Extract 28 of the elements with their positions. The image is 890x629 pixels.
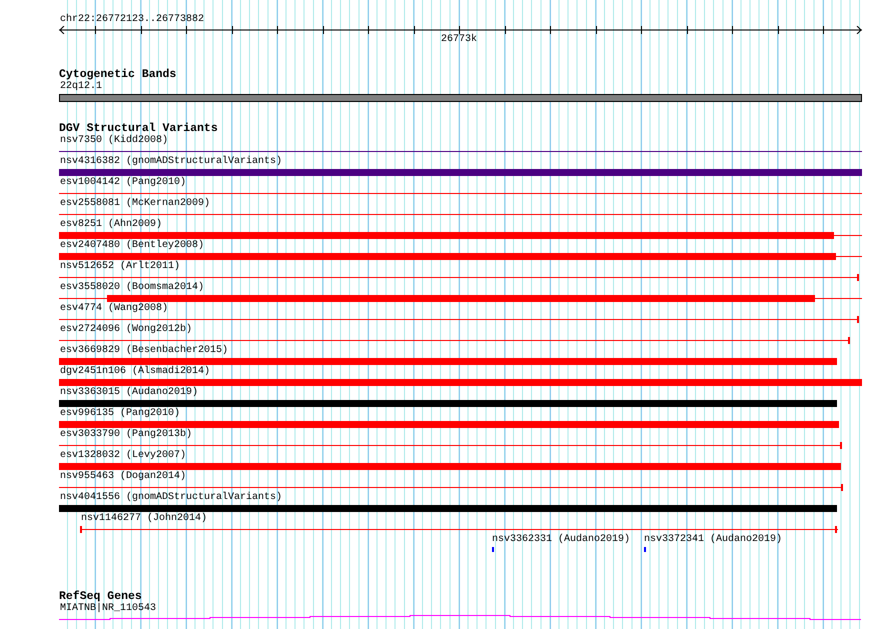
variant-label: esv2407480 (Bentley2008) [59, 240, 204, 252]
variant-label: nsv4316382 (gnomADStructuralVariants) [59, 156, 282, 168]
variant-label: esv2558081 (McKernan2009) [59, 198, 210, 210]
variant-label: esv1328032 (Levy2007) [59, 450, 186, 462]
variant-label: nsv3362331 (Audano2019) [491, 534, 630, 546]
variant-label: nsv512652 (Arlt2011) [59, 261, 180, 273]
variant-label: esv3558020 (Boomsma2014) [59, 282, 204, 294]
variant-label: esv996135 (Pang2010) [59, 408, 180, 420]
variant-label: esv8251 (Ahn2009) [59, 219, 162, 231]
variant-label: nsv4041556 (gnomADStructuralVariants) [59, 492, 282, 504]
variant-label: nsv3363015 (Audano2019) [59, 387, 198, 399]
track-title: Cytogenetic Bands [59, 68, 176, 81]
variant-label: nsv3372341 (Audano2019) [643, 534, 782, 546]
variant-label: nsv1146277 (John2014) [80, 513, 208, 525]
variant-label: esv4774 (Wang2008) [59, 303, 168, 315]
variant-label: esv2724096 (Wong2012b) [59, 324, 192, 336]
variant-label: dgv2451n106 (Alsmadi2014) [59, 366, 210, 378]
gene-label: MIATNB|NR_110543 [59, 603, 156, 615]
tick-label: 26773k [441, 34, 477, 46]
variant-label: esv1004142 (Pang2010) [59, 177, 186, 189]
variant-label: esv3033790 (Pang2013b) [59, 429, 192, 441]
location-label: chr22:26772123..26773882 [59, 14, 204, 26]
variant-label: nsv955463 (Dogan2014) [59, 471, 186, 483]
track-title: RefSeq Genes [59, 590, 142, 603]
variant-label: esv3669829 (Besenbacher2015) [59, 345, 228, 357]
track-title: DGV Structural Variants [59, 122, 218, 135]
variant-label: nsv7350 (Kidd2008) [59, 135, 168, 147]
band-label: 22q12.1 [59, 81, 102, 93]
